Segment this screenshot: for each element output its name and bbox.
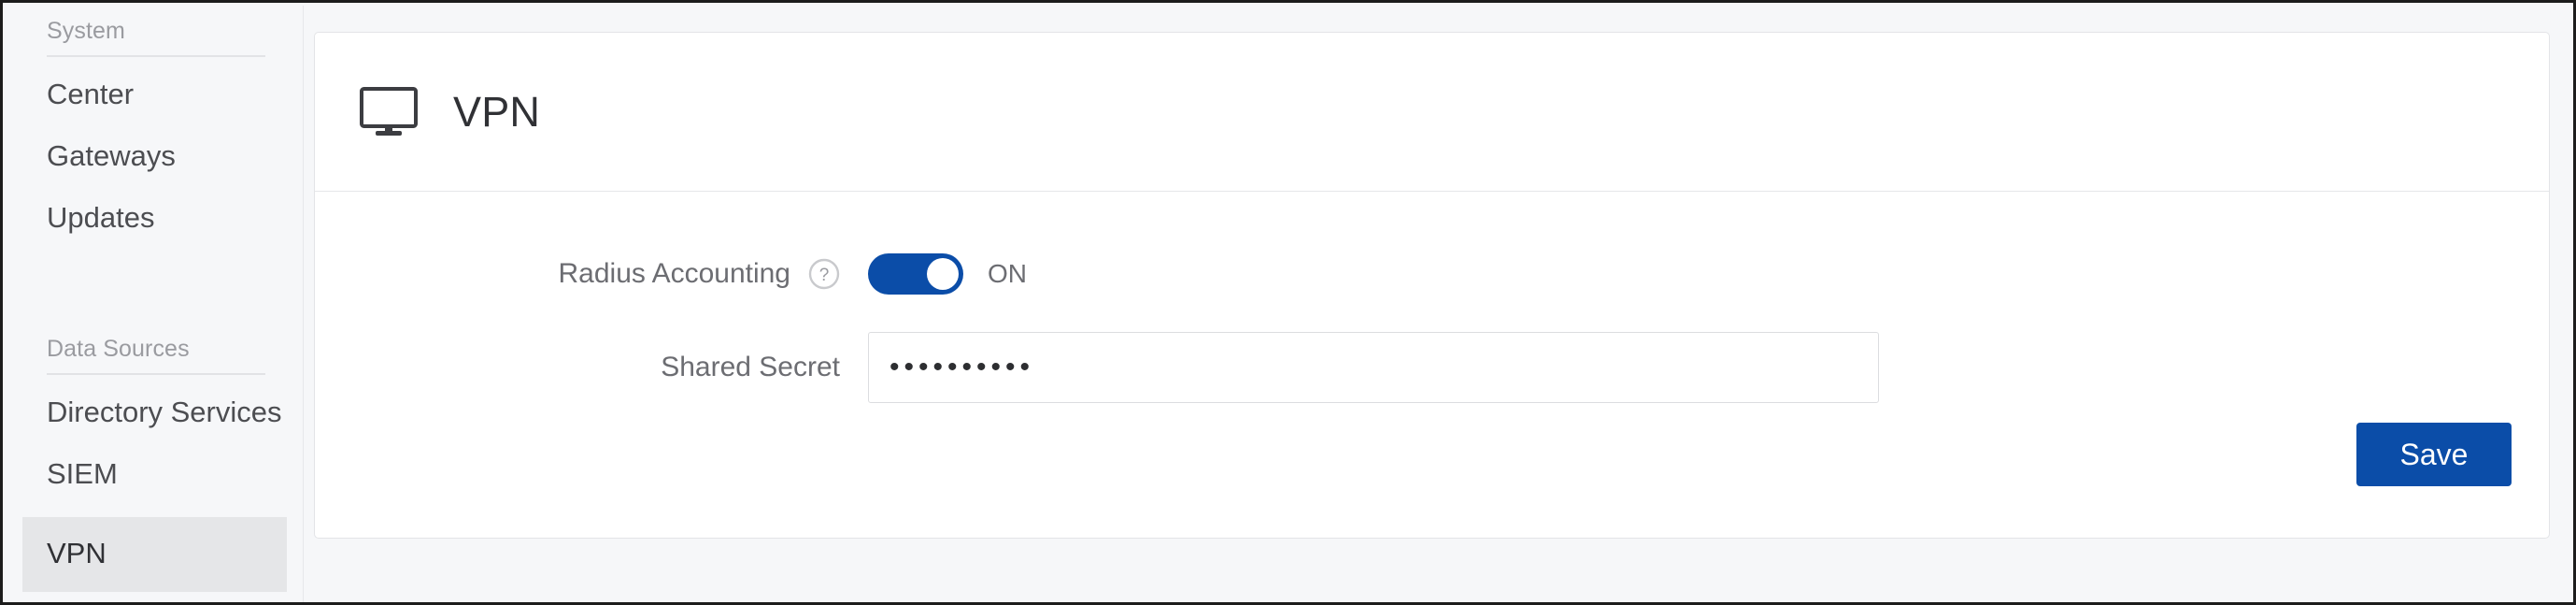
radius-accounting-label-text: Radius Accounting: [558, 258, 791, 289]
shared-secret-row: Shared Secret ••••••••••: [315, 332, 1879, 403]
radius-accounting-label: Radius Accounting ?: [315, 257, 868, 291]
shared-secret-input[interactable]: ••••••••••: [868, 332, 1879, 403]
page-title: VPN: [453, 87, 541, 136]
sidebar-item-siem[interactable]: SIEM: [6, 455, 303, 492]
sidebar-item-center[interactable]: Center: [6, 76, 303, 112]
svg-text:?: ?: [819, 266, 830, 285]
card-body: Radius Accounting ? ON Shared Secret •••…: [315, 192, 2549, 538]
radius-accounting-toggle-wrap: ON: [868, 253, 1027, 295]
toggle-knob: [927, 258, 959, 290]
shared-secret-label: Shared Secret: [661, 352, 840, 382]
sidebar-item-gateways[interactable]: Gateways: [6, 137, 303, 174]
radius-accounting-toggle-state: ON: [988, 259, 1027, 288]
vpn-settings-card: VPN Radius Accounting ? ON Shared Secret…: [314, 32, 2550, 539]
monitor-icon: [360, 86, 418, 136]
sidebar: System Center Gateways Updates Data Sour…: [6, 6, 304, 602]
save-button[interactable]: Save: [2356, 423, 2512, 486]
sidebar-item-directory-services[interactable]: Directory Services: [6, 394, 303, 430]
question-circle-icon[interactable]: ?: [808, 258, 840, 290]
sidebar-item-vpn[interactable]: VPN: [22, 517, 287, 592]
card-header: VPN: [315, 33, 2549, 192]
radius-accounting-row: Radius Accounting ? ON: [315, 253, 1027, 295]
sidebar-group-header-system: System: [47, 17, 265, 57]
sidebar-group-header-data-sources: Data Sources: [47, 335, 265, 375]
sidebar-item-updates[interactable]: Updates: [6, 199, 303, 236]
sidebar-group-data-sources: Data Sources Directory Services SIEM VPN: [6, 335, 303, 592]
radius-accounting-toggle[interactable]: [868, 253, 963, 295]
sidebar-group-system: System Center Gateways Updates: [6, 17, 303, 236]
vpn-settings-screen: System Center Gateways Updates Data Sour…: [0, 0, 2576, 605]
